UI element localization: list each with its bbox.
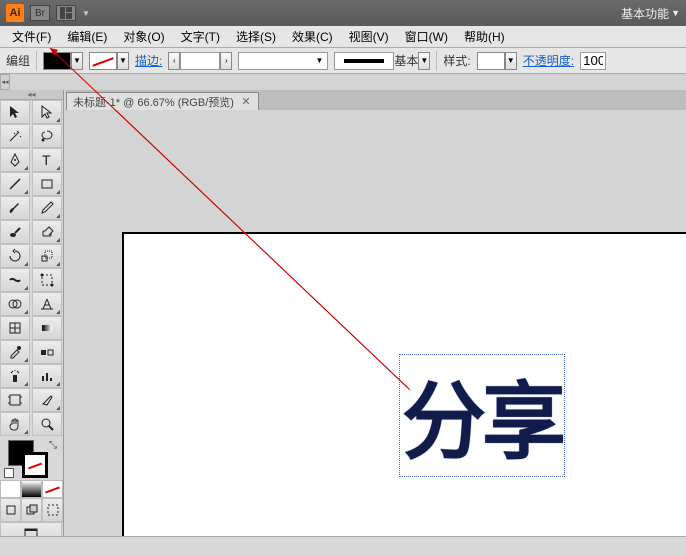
type-tool[interactable]: T [32,148,62,172]
graphic-style-swatch[interactable] [477,52,505,70]
eraser-tool[interactable] [32,220,62,244]
style-label: 样式: [443,52,470,69]
lasso-tool[interactable] [32,124,62,148]
graphic-style-dropdown[interactable]: ▼ [505,52,517,70]
swap-fill-stroke-icon[interactable]: ⤡ [49,440,57,451]
brush-dropdown[interactable]: ▼ [418,52,430,70]
separator [36,51,37,71]
control-bar: 编组 ▼ ▼ 描边: ‹ › ▼ 基本 ▼ 样式: ▼ 不透明度: [0,48,686,74]
line-segment-tool[interactable] [0,172,30,196]
color-mode-row [0,480,63,498]
stroke-swatch[interactable] [89,52,117,70]
stroke-weight-input[interactable] [180,52,220,70]
menu-type[interactable]: 文字(T) [173,25,228,48]
menu-edit[interactable]: 编辑(E) [59,25,115,48]
workspace-switcher[interactable]: 基本功能 ▼ [621,5,680,22]
pencil-tool[interactable] [32,196,62,220]
blob-brush-tool[interactable] [0,220,30,244]
selection-type-label: 编组 [6,52,30,69]
draw-inside-icon[interactable] [42,498,63,522]
stroke-link[interactable]: 描边: [135,52,162,69]
menu-file[interactable]: 文件(F) [4,25,59,48]
shape-builder-tool[interactable] [0,292,30,316]
artboard-tool[interactable] [0,388,30,412]
workspace-label: 基本功能 [621,5,669,22]
document-tab-strip: 未标题-1* @ 66.67% (RGB/预览) ✕ [66,90,686,110]
panel-collapse-tab[interactable]: ◂◂ [0,74,10,90]
eyedropper-tool[interactable] [0,340,30,364]
variable-width-profile[interactable]: ▼ [238,52,328,70]
menu-help[interactable]: 帮助(H) [456,25,513,48]
fill-stroke-control[interactable]: ⤡ [0,436,63,480]
draw-behind-icon[interactable] [21,498,42,522]
selected-text-object[interactable]: 分享 [399,354,565,477]
perspective-grid-tool[interactable] [32,292,62,316]
rotate-tool[interactable] [0,244,30,268]
fill-dropdown[interactable]: ▼ [71,52,83,70]
direct-selection-tool[interactable] [32,100,62,124]
stroke-color-icon[interactable] [22,452,48,478]
brush-label: 基本 [394,52,418,69]
separator [436,51,437,71]
pen-tool[interactable] [0,148,30,172]
menu-bar: 文件(F) 编辑(E) 对象(O) 文字(T) 选择(S) 效果(C) 视图(V… [0,26,686,48]
hand-tool[interactable] [0,412,30,436]
stroke-dropdown[interactable]: ▼ [117,52,129,70]
tools-panel: ◂◂ T ⤡ [0,90,64,536]
chevron-down-icon: ▼ [671,8,680,18]
bridge-icon[interactable]: Br [30,5,50,21]
zoom-tool[interactable] [32,412,62,436]
color-mode-solid[interactable] [0,480,21,498]
document-tab-title: 未标题-1* @ 66.67% (RGB/预览) [73,94,234,110]
slice-tool[interactable] [32,388,62,412]
opacity-link[interactable]: 不透明度: [523,52,574,69]
tools-collapse-toggle[interactable]: ◂◂ [0,90,63,100]
menu-view[interactable]: 视图(V) [341,25,397,48]
column-graph-tool[interactable] [32,364,62,388]
document-tab[interactable]: 未标题-1* @ 66.67% (RGB/预览) ✕ [66,92,259,110]
symbol-sprayer-tool[interactable] [0,364,30,388]
selection-tool[interactable] [0,100,30,124]
magic-wand-tool[interactable] [0,124,30,148]
title-bar: Ai Br ▼ 基本功能 ▼ [0,0,686,26]
rectangle-tool[interactable] [32,172,62,196]
canvas-area[interactable]: 分享 [66,110,686,556]
stroke-weight-stepper-down[interactable]: ‹ [168,52,180,70]
stroke-weight-stepper-up[interactable]: › [220,52,232,70]
chevron-down-icon[interactable]: ▼ [82,9,90,18]
paintbrush-tool[interactable] [0,196,30,220]
scale-tool[interactable] [32,244,62,268]
mesh-tool[interactable] [0,316,30,340]
draw-normal-icon[interactable] [0,498,21,522]
color-mode-gradient[interactable] [21,480,42,498]
color-mode-none[interactable] [42,480,63,498]
menu-window[interactable]: 窗口(W) [397,25,456,48]
opacity-input[interactable] [580,52,606,70]
close-tab-icon[interactable]: ✕ [240,96,252,108]
status-bar [0,536,686,556]
app-logo-icon: Ai [6,4,24,22]
default-fill-stroke-icon[interactable] [4,468,14,478]
brush-definition[interactable] [334,52,394,70]
arrange-documents-icon[interactable] [56,5,76,21]
menu-effect[interactable]: 效果(C) [284,25,341,48]
drawing-mode-row [0,498,63,522]
svg-text:T: T [42,152,51,168]
menu-select[interactable]: 选择(S) [228,25,284,48]
menu-object[interactable]: 对象(O) [115,25,172,48]
gradient-tool[interactable] [32,316,62,340]
fill-swatch[interactable] [43,52,71,70]
free-transform-tool[interactable] [32,268,62,292]
width-tool[interactable] [0,268,30,292]
blend-tool[interactable] [32,340,62,364]
